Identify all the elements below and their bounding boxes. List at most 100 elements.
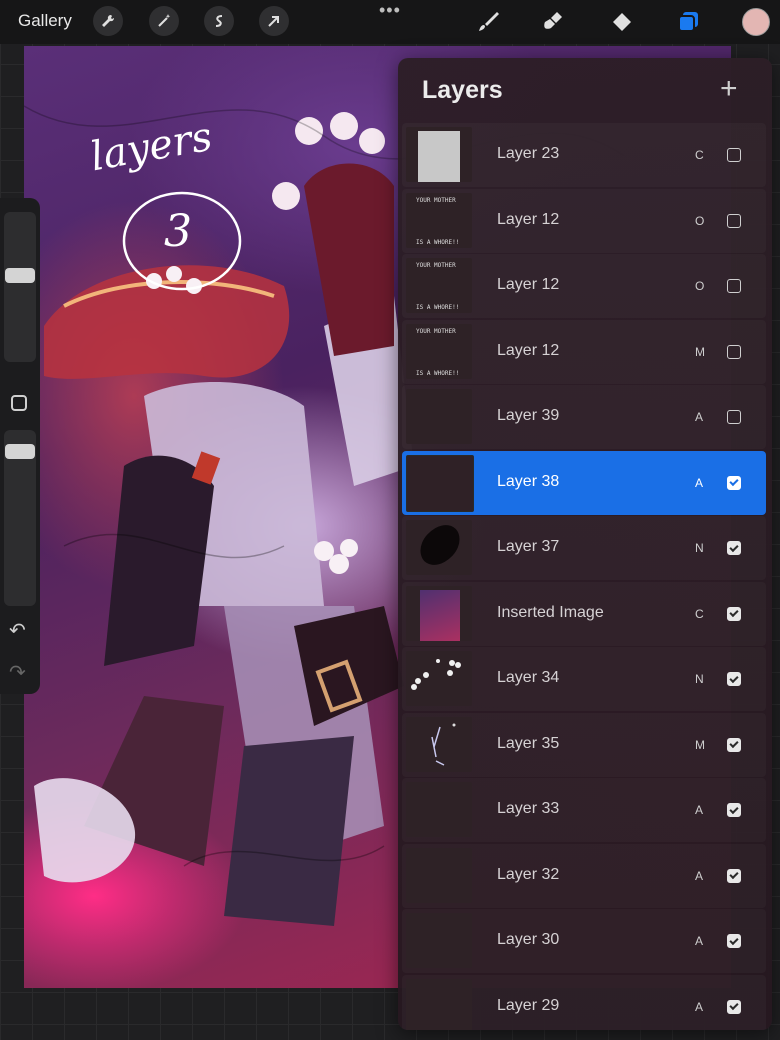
brush-icon[interactable] [472, 6, 504, 38]
layer-row[interactable]: Layer 35 M [402, 713, 766, 777]
blend-mode-button[interactable]: A [695, 476, 703, 490]
undo-icon[interactable]: ↶ [9, 618, 26, 643]
layer-row[interactable]: YOUR MOTHER IS A WHORE!! Layer 12 M [402, 320, 766, 384]
layer-thumbnail[interactable] [406, 127, 472, 182]
blend-mode-button[interactable]: M [695, 345, 705, 359]
visibility-checkbox[interactable] [727, 475, 741, 490]
blend-mode-button[interactable]: C [695, 607, 704, 621]
layer-name: Layer 30 [497, 931, 560, 948]
opacity-slider[interactable] [4, 430, 36, 606]
transform-arrow-icon[interactable] [259, 6, 289, 36]
blend-mode-button[interactable]: A [695, 803, 703, 817]
blend-mode-button[interactable]: A [695, 410, 703, 424]
layer-thumbnail[interactable] [406, 782, 472, 837]
layer-row[interactable]: Layer 32 A [402, 844, 766, 908]
layer-thumbnail[interactable] [406, 520, 472, 575]
layer-name: Layer 12 [497, 341, 560, 359]
blend-mode-button[interactable]: O [695, 279, 704, 293]
layer-row[interactable]: Layer 37 N [402, 516, 766, 580]
visibility-checkbox[interactable] [727, 344, 741, 359]
blend-mode-button[interactable]: N [695, 541, 704, 555]
layer-name: Layer 29 [497, 996, 560, 1014]
visibility-checkbox[interactable] [727, 672, 741, 686]
selection-icon[interactable] [204, 6, 234, 36]
layer-thumbnail[interactable] [406, 716, 472, 772]
layer-name: Layer 33 [497, 800, 560, 817]
layer-row[interactable]: Layer 38 A [402, 450, 766, 515]
layer-row[interactable]: Layer 23 C [402, 123, 766, 187]
layer-row[interactable]: YOUR MOTHER IS A WHORE!! Layer 12 O [402, 254, 766, 318]
wrench-icon[interactable] [93, 6, 123, 36]
layer-name: Layer 23 [497, 145, 560, 162]
layers-panel: Layers + Layer 23 C YOUR MOTHER IS A WHORE!… [398, 58, 772, 1030]
blend-mode-button[interactable]: M [695, 738, 705, 752]
visibility-checkbox[interactable] [727, 410, 741, 424]
layer-thumbnail[interactable]: YOUR MOTHER IS A WHORE!! [406, 192, 472, 248]
brush-size-slider[interactable] [4, 212, 36, 362]
blend-mode-button[interactable]: C [695, 148, 704, 162]
opacity-knob[interactable] [5, 444, 35, 459]
blend-mode-button[interactable]: A [695, 1000, 703, 1014]
magic-wand-icon[interactable] [149, 6, 179, 36]
thumbnail-text-top: YOUR MOTHER [416, 327, 456, 335]
blend-mode-button[interactable]: N [695, 672, 704, 686]
layer-thumbnail[interactable] [406, 454, 474, 512]
thumbnail-text-bottom: IS A WHORE!! [416, 238, 460, 246]
add-layer-button[interactable]: + [720, 74, 738, 104]
layer-thumbnail[interactable] [406, 585, 472, 641]
layer-thumbnail[interactable] [406, 913, 472, 968]
visibility-checkbox[interactable] [727, 148, 741, 162]
layer-thumbnail[interactable] [406, 651, 472, 706]
modify-button[interactable] [11, 395, 27, 411]
top-toolbar: Gallery ••• [0, 0, 780, 44]
smudge-icon[interactable] [538, 6, 570, 38]
blend-mode-button[interactable]: A [695, 934, 703, 948]
visibility-checkbox[interactable] [727, 803, 741, 817]
visibility-checkbox[interactable] [727, 868, 741, 883]
gallery-button[interactable]: Gallery [18, 11, 72, 31]
layer-name: Layer 35 [497, 734, 560, 752]
more-options-dots[interactable]: ••• [379, 0, 401, 21]
layer-thumbnail[interactable] [406, 978, 472, 1030]
color-swatch[interactable] [742, 8, 770, 36]
layer-list: Layer 23 C YOUR MOTHER IS A WHORE!! Layer 12… [402, 123, 766, 1030]
layer-row[interactable]: Layer 34 N [402, 647, 766, 711]
visibility-checkbox[interactable] [727, 279, 741, 293]
layer-name: Layer 37 [497, 538, 560, 555]
layer-name: Layer 12 [497, 210, 560, 228]
layer-thumbnail[interactable] [406, 847, 472, 903]
layer-name: Inserted Image [497, 603, 604, 621]
layer-row[interactable]: YOUR MOTHER IS A WHORE!! Layer 12 O [402, 189, 766, 253]
visibility-checkbox[interactable] [727, 999, 741, 1014]
handwritten-number: 3 [164, 206, 192, 257]
layer-name: Layer 32 [497, 865, 560, 883]
layer-row[interactable]: Layer 39 A [402, 385, 766, 449]
thumbnail-text-top: YOUR MOTHER [416, 196, 456, 204]
visibility-checkbox[interactable] [727, 541, 741, 555]
redo-icon[interactable]: ↷ [9, 660, 26, 685]
layer-row[interactable]: Inserted Image C [402, 582, 766, 646]
left-sidebar: ↶ ↷ [0, 198, 40, 694]
layer-name: Layer 12 [497, 276, 560, 293]
layer-name: Layer 39 [497, 407, 560, 424]
layer-thumbnail[interactable]: YOUR MOTHER IS A WHORE!! [406, 258, 472, 313]
layers-panel-title: Layers [422, 76, 503, 104]
layers-icon[interactable] [672, 6, 704, 38]
blend-mode-button[interactable]: A [695, 869, 703, 883]
layer-thumbnail[interactable]: YOUR MOTHER IS A WHORE!! [406, 323, 472, 379]
visibility-checkbox[interactable] [727, 737, 741, 752]
blend-mode-button[interactable]: O [695, 214, 704, 228]
layer-name: Layer 34 [497, 669, 560, 686]
brush-size-knob[interactable] [5, 268, 35, 283]
visibility-checkbox[interactable] [727, 606, 741, 621]
layer-row[interactable]: Layer 29 A [402, 975, 766, 1030]
visibility-checkbox[interactable] [727, 213, 741, 228]
layer-row[interactable]: Layer 30 A [402, 909, 766, 973]
thumbnail-text-top: YOUR MOTHER [416, 262, 456, 269]
layer-thumbnail[interactable] [406, 389, 472, 444]
thumbnail-text-bottom: IS A WHORE!! [416, 304, 460, 311]
eraser-icon[interactable] [605, 6, 637, 38]
layer-row[interactable]: Layer 33 A [402, 778, 766, 842]
layer-name: Layer 38 [497, 472, 560, 490]
visibility-checkbox[interactable] [727, 934, 741, 948]
